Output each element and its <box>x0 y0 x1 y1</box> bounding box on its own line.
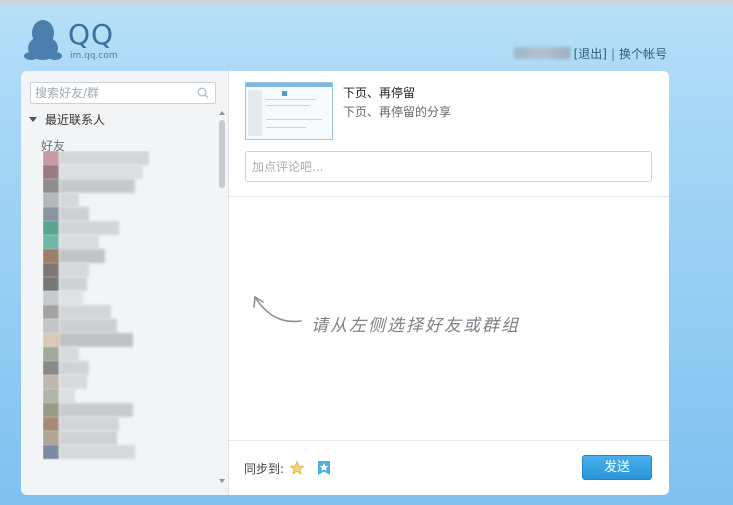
comment-box <box>245 151 652 182</box>
share-panel: 最近联系人 好友 <box>21 71 669 495</box>
divider <box>229 196 669 197</box>
account-name-redacted <box>513 47 570 59</box>
recent-contacts-label: 最近联系人 <box>45 113 106 127</box>
divider <box>229 440 669 441</box>
share-title: 下页、再停留 <box>343 86 416 100</box>
qq-logo: QQ im.qq.com <box>24 18 134 62</box>
star-icon[interactable] <box>289 460 305 476</box>
sidebar-scrollbar[interactable] <box>218 107 226 485</box>
curved-arrow-icon <box>253 296 302 323</box>
contacts-sidebar: 最近联系人 好友 <box>21 71 229 495</box>
sync-label: 同步到: <box>244 462 285 476</box>
scrollbar-thumb[interactable] <box>219 120 225 188</box>
account-bar: [退出] | 换个帐号 <box>513 45 667 62</box>
comment-input[interactable] <box>252 158 642 176</box>
scroll-up-icon[interactable] <box>219 111 225 115</box>
switch-account-link[interactable]: 换个帐号 <box>619 47 667 61</box>
friends-list <box>43 151 213 481</box>
logo-text: QQ <box>68 18 115 51</box>
search-input[interactable] <box>35 85 191 101</box>
scroll-down-icon[interactable] <box>219 479 225 483</box>
logout-link[interactable]: [退出] <box>574 47 607 61</box>
select-friend-hint: 请从左侧选择好友或群组 <box>311 316 520 336</box>
share-description: 下页、再停留的分享 <box>343 105 452 119</box>
recent-contacts-toggle[interactable]: 最近联系人 <box>29 112 105 128</box>
logo-url: im.qq.com <box>70 51 118 61</box>
caret-down-icon <box>29 117 37 122</box>
search-box <box>30 82 216 104</box>
share-compose-pane: 下页、再停留 下页、再停留的分享 请从左侧选择好友或群组 同步到: 发送 <box>229 71 669 495</box>
qzone-icon[interactable] <box>315 459 333 477</box>
send-button[interactable]: 发送 <box>582 455 652 480</box>
account-separator: | <box>610 47 615 61</box>
share-thumbnail <box>245 82 333 140</box>
window-top-edge <box>0 0 733 5</box>
search-icon[interactable] <box>197 87 209 99</box>
penguin-icon <box>24 20 62 60</box>
